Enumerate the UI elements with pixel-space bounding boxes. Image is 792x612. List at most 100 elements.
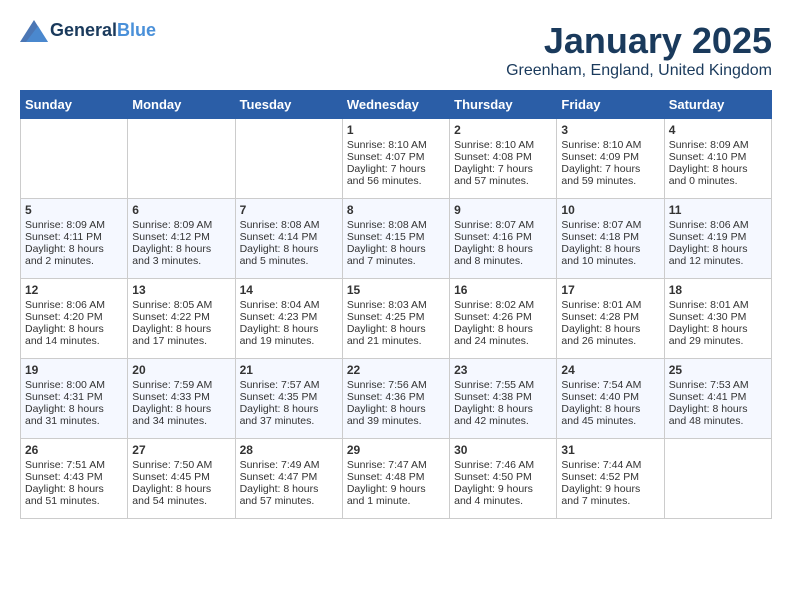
calendar-cell: 6Sunrise: 8:09 AMSunset: 4:12 PMDaylight…: [128, 199, 235, 279]
sunrise-text: Sunrise: 7:49 AM: [240, 459, 338, 471]
sunset-text: Sunset: 4:28 PM: [561, 311, 659, 323]
sunrise-text: Sunrise: 7:51 AM: [25, 459, 123, 471]
daylight-text: Daylight: 8 hours and 14 minutes.: [25, 323, 123, 347]
daylight-text: Daylight: 8 hours and 5 minutes.: [240, 243, 338, 267]
day-number: 20: [132, 363, 230, 377]
page-header: GeneralBlue January 2025 Greenham, Engla…: [20, 20, 772, 80]
calendar-cell: 27Sunrise: 7:50 AMSunset: 4:45 PMDayligh…: [128, 439, 235, 519]
day-number: 29: [347, 443, 445, 457]
calendar-cell: 2Sunrise: 8:10 AMSunset: 4:08 PMDaylight…: [450, 119, 557, 199]
sunset-text: Sunset: 4:31 PM: [25, 391, 123, 403]
daylight-text: Daylight: 8 hours and 10 minutes.: [561, 243, 659, 267]
day-number: 17: [561, 283, 659, 297]
sunrise-text: Sunrise: 8:10 AM: [454, 139, 552, 151]
day-number: 23: [454, 363, 552, 377]
sunset-text: Sunset: 4:12 PM: [132, 231, 230, 243]
daylight-text: Daylight: 9 hours and 4 minutes.: [454, 483, 552, 507]
weekday-header: Thursday: [450, 91, 557, 119]
calendar-cell: 29Sunrise: 7:47 AMSunset: 4:48 PMDayligh…: [342, 439, 449, 519]
day-number: 27: [132, 443, 230, 457]
sunset-text: Sunset: 4:43 PM: [25, 471, 123, 483]
sunset-text: Sunset: 4:52 PM: [561, 471, 659, 483]
sunrise-text: Sunrise: 7:53 AM: [669, 379, 767, 391]
sunrise-text: Sunrise: 8:07 AM: [454, 219, 552, 231]
sunrise-text: Sunrise: 7:50 AM: [132, 459, 230, 471]
calendar-cell: 20Sunrise: 7:59 AMSunset: 4:33 PMDayligh…: [128, 359, 235, 439]
day-number: 18: [669, 283, 767, 297]
sunrise-text: Sunrise: 8:10 AM: [561, 139, 659, 151]
day-number: 11: [669, 203, 767, 217]
day-number: 15: [347, 283, 445, 297]
daylight-text: Daylight: 8 hours and 42 minutes.: [454, 403, 552, 427]
sunrise-text: Sunrise: 7:56 AM: [347, 379, 445, 391]
calendar-cell: [235, 119, 342, 199]
day-number: 5: [25, 203, 123, 217]
sunset-text: Sunset: 4:48 PM: [347, 471, 445, 483]
sunrise-text: Sunrise: 8:01 AM: [669, 299, 767, 311]
weekday-header: Monday: [128, 91, 235, 119]
day-number: 6: [132, 203, 230, 217]
daylight-text: Daylight: 7 hours and 56 minutes.: [347, 163, 445, 187]
sunrise-text: Sunrise: 8:07 AM: [561, 219, 659, 231]
calendar-cell: 26Sunrise: 7:51 AMSunset: 4:43 PMDayligh…: [21, 439, 128, 519]
sunset-text: Sunset: 4:40 PM: [561, 391, 659, 403]
sunset-text: Sunset: 4:08 PM: [454, 151, 552, 163]
daylight-text: Daylight: 8 hours and 7 minutes.: [347, 243, 445, 267]
sunrise-text: Sunrise: 8:06 AM: [669, 219, 767, 231]
day-number: 8: [347, 203, 445, 217]
day-number: 30: [454, 443, 552, 457]
calendar-cell: 1Sunrise: 8:10 AMSunset: 4:07 PMDaylight…: [342, 119, 449, 199]
daylight-text: Daylight: 8 hours and 57 minutes.: [240, 483, 338, 507]
day-number: 14: [240, 283, 338, 297]
weekday-header-row: SundayMondayTuesdayWednesdayThursdayFrid…: [21, 91, 772, 119]
sunset-text: Sunset: 4:25 PM: [347, 311, 445, 323]
sunset-text: Sunset: 4:10 PM: [669, 151, 767, 163]
calendar-cell: 28Sunrise: 7:49 AMSunset: 4:47 PMDayligh…: [235, 439, 342, 519]
daylight-text: Daylight: 8 hours and 48 minutes.: [669, 403, 767, 427]
sunset-text: Sunset: 4:47 PM: [240, 471, 338, 483]
calendar-cell: 21 Sunrise: 7:57 AMSunset: 4:35 PMDayligh…: [235, 359, 342, 439]
daylight-text: Daylight: 8 hours and 31 minutes.: [25, 403, 123, 427]
day-number: 1: [347, 123, 445, 137]
sunset-text: Sunset: 4:09 PM: [561, 151, 659, 163]
day-number: 13: [132, 283, 230, 297]
day-number: 31: [561, 443, 659, 457]
sunset-text: Sunset: 4:26 PM: [454, 311, 552, 323]
calendar-week-row: 19Sunrise: 8:00 AMSunset: 4:31 PMDayligh…: [21, 359, 772, 439]
calendar-cell: 22Sunrise: 7:56 AMSunset: 4:36 PMDayligh…: [342, 359, 449, 439]
day-number: 21: [240, 363, 338, 377]
sunset-text: Sunset: 4:35 PM: [240, 391, 338, 403]
calendar-cell: 12 Sunrise: 8:06 AMSunset: 4:20 PMDayligh…: [21, 279, 128, 359]
sunrise-text: Sunrise: 7:44 AM: [561, 459, 659, 471]
sunrise-text: Sunrise: 8:03 AM: [347, 299, 445, 311]
day-number: 12: [25, 283, 123, 297]
daylight-text: Daylight: 8 hours and 34 minutes.: [132, 403, 230, 427]
calendar-cell: 13Sunrise: 8:05 AMSunset: 4:22 PMDayligh…: [128, 279, 235, 359]
sunrise-text: Sunrise: 8:06 AM: [25, 299, 123, 311]
sunrise-text: Sunrise: 8:05 AM: [132, 299, 230, 311]
calendar-cell: 10Sunrise: 8:07 AMSunset: 4:18 PMDayligh…: [557, 199, 664, 279]
daylight-text: Daylight: 8 hours and 45 minutes.: [561, 403, 659, 427]
sunrise-text: Sunrise: 8:01 AM: [561, 299, 659, 311]
calendar-table: SundayMondayTuesdayWednesdayThursdayFrid…: [20, 90, 772, 519]
sunrise-text: Sunrise: 7:57 AM: [240, 379, 338, 391]
sunset-text: Sunset: 4:22 PM: [132, 311, 230, 323]
calendar-cell: 15Sunrise: 8:03 AMSunset: 4:25 PMDayligh…: [342, 279, 449, 359]
daylight-text: Daylight: 8 hours and 12 minutes.: [669, 243, 767, 267]
sunrise-text: Sunrise: 8:08 AM: [240, 219, 338, 231]
sunrise-text: Sunrise: 7:46 AM: [454, 459, 552, 471]
title-section: January 2025 Greenham, England, United K…: [506, 20, 772, 80]
calendar-week-row: 12Sunrise: 8:06 AMSunset: 4:20 PMDayligh…: [21, 279, 772, 359]
daylight-text: Daylight: 8 hours and 24 minutes.: [454, 323, 552, 347]
daylight-text: Daylight: 8 hours and 3 minutes.: [132, 243, 230, 267]
sunset-text: Sunset: 4:23 PM: [240, 311, 338, 323]
weekday-header: Sunday: [21, 91, 128, 119]
daylight-text: Daylight: 8 hours and 37 minutes.: [240, 403, 338, 427]
month-title: January 2025: [506, 20, 772, 62]
calendar-cell: [664, 439, 771, 519]
sunset-text: Sunset: 4:20 PM: [25, 311, 123, 323]
day-number: 22: [347, 363, 445, 377]
weekday-header: Saturday: [664, 91, 771, 119]
daylight-text: Daylight: 8 hours and 0 minutes.: [669, 163, 767, 187]
sunset-text: Sunset: 4:16 PM: [454, 231, 552, 243]
